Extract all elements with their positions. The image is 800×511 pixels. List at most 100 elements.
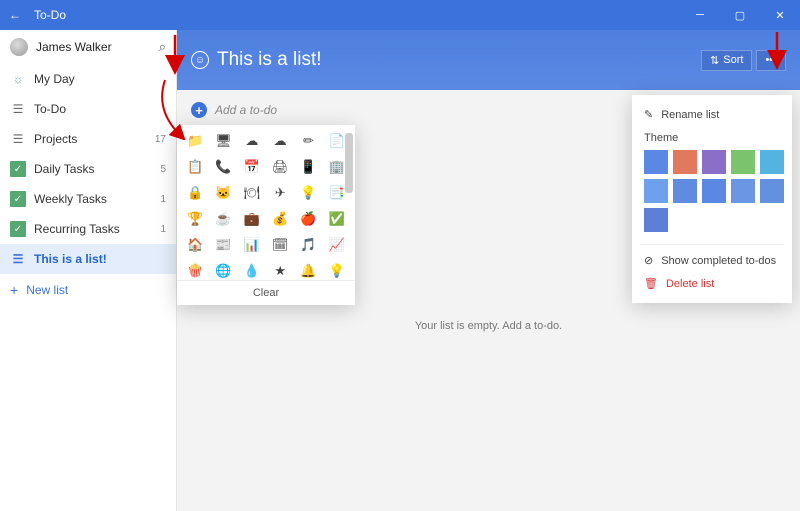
sidebar-item-projects[interactable]: ☰ Projects 17: [0, 124, 176, 154]
emoji-option[interactable]: 💼: [240, 211, 264, 227]
emoji-option[interactable]: 💧: [240, 263, 264, 279]
sidebar: James Walker ⌕ ☼ My Day ☰ To-Do ☰ Projec…: [0, 30, 177, 511]
theme-swatches: [640, 148, 784, 240]
delete-list-item[interactable]: 🗑 Delete list: [640, 272, 784, 295]
sidebar-item-thisisalist[interactable]: ☰ This is a list!: [0, 244, 176, 274]
theme-swatch[interactable]: [731, 150, 755, 174]
emoji-clear-button[interactable]: Clear: [177, 280, 355, 305]
theme-swatch[interactable]: [702, 179, 726, 203]
theme-swatch[interactable]: [644, 179, 668, 203]
emoji-option[interactable]: 🍽: [240, 185, 264, 201]
emoji-option[interactable]: 💡: [325, 263, 349, 279]
emoji-option[interactable]: 🍿: [183, 263, 207, 279]
show-completed-item[interactable]: ⊘ Show completed to-dos: [640, 249, 784, 272]
emoji-grid: 📁🖥☁☁✏📄📋📞📅🖨📱🏢🔒🐱🍽✈💡📑🏆☕💼💰🍎✅🏠📰📊🗓🎵📈🍿🌐💧★🔔💡: [177, 125, 355, 280]
emoji-option[interactable]: ✈: [268, 185, 292, 201]
rename-label: Rename list: [661, 109, 719, 121]
list-icon: ☰: [10, 251, 26, 267]
show-completed-label: Show completed to-dos: [661, 255, 776, 267]
rename-list-item[interactable]: ✎ Rename list: [640, 103, 784, 126]
emoji-option[interactable]: 📋: [183, 159, 207, 175]
avatar: [10, 38, 28, 56]
sidebar-item-label: This is a list!: [34, 252, 107, 266]
sort-icon: ⇅: [710, 54, 719, 67]
delete-label: Delete list: [666, 278, 714, 290]
emoji-option[interactable]: 🏆: [183, 211, 207, 227]
emoji-option[interactable]: 🖨: [268, 159, 292, 175]
list-icon: ☰: [10, 101, 26, 117]
divider: [640, 244, 784, 245]
search-icon[interactable]: ⌕: [159, 39, 166, 55]
plus-circle-icon: +: [191, 102, 207, 118]
check-circle-icon: ⊘: [644, 254, 653, 267]
theme-swatch[interactable]: [760, 179, 784, 203]
emoji-option[interactable]: ★: [268, 263, 292, 279]
more-button[interactable]: •••: [756, 50, 786, 71]
check-icon: ✓: [10, 221, 26, 237]
list-title[interactable]: This is a list!: [217, 49, 322, 71]
emoji-option[interactable]: 🗓: [268, 237, 292, 253]
theme-swatch[interactable]: [644, 208, 668, 232]
list-emoji-icon[interactable]: ☺: [191, 51, 209, 69]
emoji-option[interactable]: 📱: [296, 159, 320, 175]
sun-icon: ☼: [10, 71, 26, 87]
emoji-option[interactable]: ☁: [268, 133, 292, 149]
list-icon: ☰: [10, 131, 26, 147]
new-list-label: New list: [26, 283, 68, 297]
emoji-option[interactable]: 🌐: [211, 263, 235, 279]
back-button[interactable]: ←: [0, 8, 30, 22]
sidebar-item-label: Projects: [34, 132, 77, 146]
trash-icon: 🗑: [644, 277, 658, 290]
new-list-button[interactable]: + New list: [0, 274, 176, 306]
emoji-option[interactable]: 🖥: [211, 133, 235, 149]
sidebar-item-label: To-Do: [34, 102, 66, 116]
emoji-option[interactable]: 🏠: [183, 237, 207, 253]
emoji-option[interactable]: 💰: [268, 211, 292, 227]
emoji-option[interactable]: ✏: [296, 133, 320, 149]
maximize-button[interactable]: ▢: [720, 0, 760, 30]
emoji-option[interactable]: 🎵: [296, 237, 320, 253]
emoji-option[interactable]: 📁: [183, 133, 207, 149]
sidebar-item-myday[interactable]: ☼ My Day: [0, 64, 176, 94]
emoji-option[interactable]: 📅: [240, 159, 264, 175]
theme-label: Theme: [640, 126, 784, 148]
theme-swatch[interactable]: [760, 150, 784, 174]
theme-swatch[interactable]: [731, 179, 755, 203]
theme-swatch[interactable]: [702, 150, 726, 174]
theme-swatch[interactable]: [673, 150, 697, 174]
emoji-option[interactable]: 🍎: [296, 211, 320, 227]
user-name: James Walker: [36, 40, 151, 54]
count-badge: 5: [160, 164, 166, 175]
emoji-option[interactable]: 📰: [211, 237, 235, 253]
sort-button[interactable]: ⇅ Sort: [701, 50, 752, 71]
user-header[interactable]: James Walker ⌕: [0, 30, 176, 64]
sidebar-item-label: Daily Tasks: [34, 162, 94, 176]
minimize-button[interactable]: ─: [680, 0, 720, 30]
sidebar-item-weekly[interactable]: ✓ Weekly Tasks 1: [0, 184, 176, 214]
emoji-option[interactable]: 🔒: [183, 185, 207, 201]
emoji-option[interactable]: ✅: [325, 211, 349, 227]
emoji-option[interactable]: 🔔: [296, 263, 320, 279]
count-badge: 1: [160, 224, 166, 235]
sidebar-item-label: Weekly Tasks: [34, 192, 107, 206]
scrollbar[interactable]: [345, 133, 353, 193]
sort-label: Sort: [723, 54, 743, 66]
app-title: To-Do: [30, 8, 680, 22]
emoji-option[interactable]: 💡: [296, 185, 320, 201]
emoji-option[interactable]: 📊: [240, 237, 264, 253]
sidebar-item-label: My Day: [34, 72, 75, 86]
sidebar-item-todo[interactable]: ☰ To-Do: [0, 94, 176, 124]
emoji-option[interactable]: 📞: [211, 159, 235, 175]
empty-state-text: Your list is empty. Add a to-do.: [177, 320, 800, 332]
add-todo-placeholder: Add a to-do: [215, 103, 277, 117]
theme-swatch[interactable]: [644, 150, 668, 174]
emoji-option[interactable]: 📈: [325, 237, 349, 253]
sidebar-item-daily[interactable]: ✓ Daily Tasks 5: [0, 154, 176, 184]
emoji-option[interactable]: ☁: [240, 133, 264, 149]
close-button[interactable]: ✕: [760, 0, 800, 30]
emoji-option[interactable]: ☕: [211, 211, 235, 227]
emoji-option[interactable]: 🐱: [211, 185, 235, 201]
check-icon: ✓: [10, 161, 26, 177]
theme-swatch[interactable]: [673, 179, 697, 203]
sidebar-item-recurring[interactable]: ✓ Recurring Tasks 1: [0, 214, 176, 244]
